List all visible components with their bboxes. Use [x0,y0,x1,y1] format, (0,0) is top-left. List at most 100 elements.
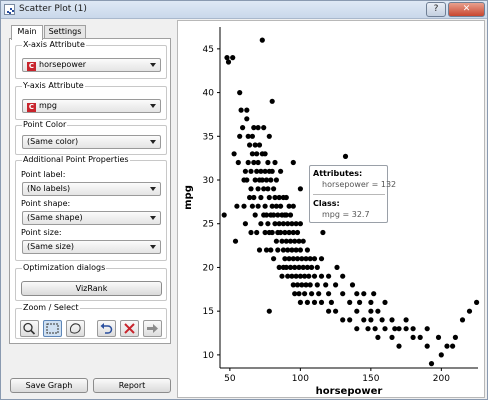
data-point[interactable] [328,299,334,305]
data-point[interactable] [435,334,442,340]
data-point[interactable] [297,186,303,192]
report-button[interactable]: Report [93,378,171,393]
data-point[interactable] [244,116,250,122]
data-point[interactable] [278,203,284,209]
data-point[interactable] [424,326,430,332]
data-point[interactable] [296,291,302,297]
data-point[interactable] [354,291,360,297]
data-point[interactable] [396,343,402,349]
point-label-select[interactable]: (No labels) [22,182,161,196]
data-point[interactable] [245,159,251,166]
data-point[interactable] [375,308,381,314]
data-point[interactable] [307,282,313,288]
data-point[interactable] [340,291,346,297]
data-point[interactable] [255,125,261,131]
data-point[interactable] [235,159,241,166]
send-selection-button[interactable] [143,320,162,337]
data-point[interactable] [271,186,277,192]
data-point[interactable] [326,273,332,279]
data-point[interactable] [382,326,388,332]
point-shape-select[interactable]: (Same shape) [22,211,161,225]
data-point[interactable] [340,273,346,279]
lasso-select-tool-button[interactable] [66,320,85,337]
data-point[interactable] [231,151,237,157]
data-point[interactable] [255,203,261,209]
data-point[interactable] [361,317,367,323]
data-point[interactable] [272,159,278,166]
data-point[interactable] [268,247,274,253]
data-point[interactable] [244,107,250,113]
data-point[interactable] [279,273,285,279]
data-point[interactable] [349,282,356,288]
data-point[interactable] [403,317,409,323]
data-point[interactable] [266,133,272,139]
data-point[interactable] [389,334,395,340]
data-point[interactable] [428,361,435,367]
data-point[interactable] [268,177,274,183]
data-point[interactable] [300,238,306,244]
data-point[interactable] [273,177,279,183]
data-point[interactable] [241,203,247,209]
data-point[interactable] [221,212,227,218]
data-point[interactable] [314,282,320,288]
vizrank-button[interactable]: VizRank [21,281,162,296]
data-point[interactable] [357,299,363,305]
data-point[interactable] [403,326,409,332]
help-button[interactable]: ? [426,2,446,17]
data-point[interactable] [304,299,310,305]
data-point[interactable] [417,334,423,340]
data-point[interactable] [249,133,255,139]
data-point[interactable] [326,291,332,297]
data-point[interactable] [354,308,360,314]
data-point[interactable] [273,238,279,244]
data-point[interactable] [225,59,232,65]
data-point[interactable] [444,343,450,349]
data-point[interactable] [302,291,308,297]
data-point[interactable] [474,299,480,305]
data-point[interactable] [318,299,325,305]
data-point[interactable] [450,343,456,349]
data-point[interactable] [382,299,388,305]
data-point[interactable] [294,229,301,236]
data-point[interactable] [256,247,263,253]
data-point[interactable] [297,221,303,227]
data-point[interactable] [247,142,253,148]
data-point[interactable] [252,212,258,218]
data-point[interactable] [354,326,360,332]
data-point[interactable] [265,186,271,192]
data-point[interactable] [287,212,294,218]
data-point[interactable] [466,308,473,314]
data-point[interactable] [237,133,243,139]
delete-selection-button[interactable] [120,320,139,337]
data-point[interactable] [320,229,326,236]
tab-settings[interactable]: Settings [44,25,86,39]
data-point[interactable] [368,299,374,305]
data-point[interactable] [248,229,254,236]
data-point[interactable] [251,194,257,201]
data-point[interactable] [368,308,374,314]
data-point[interactable] [379,317,385,323]
data-point[interactable] [290,203,296,209]
data-point[interactable] [424,343,430,349]
x-axis-select[interactable]: Chorsepower [22,58,161,72]
data-point[interactable] [255,186,261,192]
tab-main[interactable]: Main [11,25,43,40]
data-point[interactable] [389,317,395,323]
data-point[interactable] [342,153,349,159]
data-point[interactable] [240,125,246,131]
data-point[interactable] [333,282,339,288]
data-point[interactable] [318,256,325,262]
point-color-select[interactable]: (Same color) [22,135,161,149]
data-point[interactable] [262,203,268,209]
data-point[interactable] [262,151,268,157]
y-axis-select[interactable]: Cmpg [22,99,161,113]
data-point[interactable] [259,37,265,43]
data-point[interactable] [365,326,371,332]
data-point[interactable] [258,194,264,201]
data-point[interactable] [334,264,340,270]
data-point[interactable] [323,282,329,288]
data-point[interactable] [283,194,289,201]
data-point[interactable] [361,291,367,297]
data-point[interactable] [459,317,466,323]
data-point[interactable] [371,291,377,297]
